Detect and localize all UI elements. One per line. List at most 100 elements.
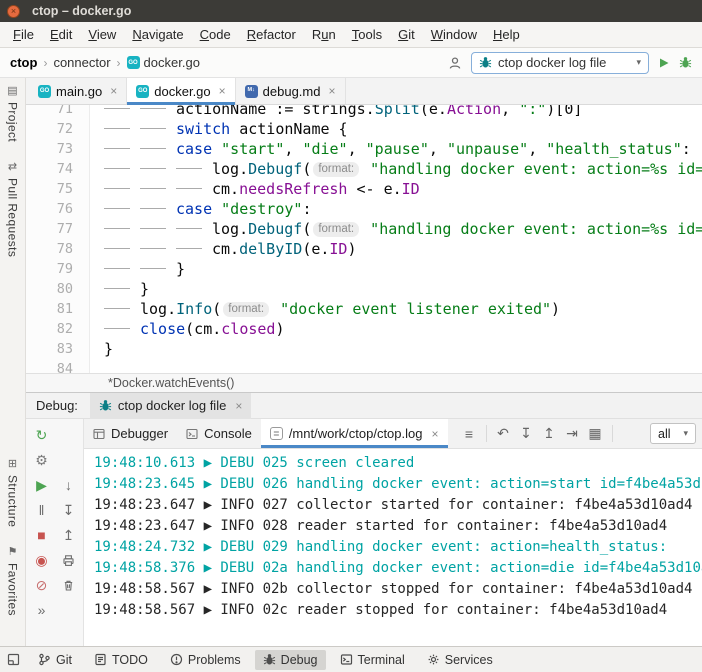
code-token: "docker event listener exited"	[280, 300, 551, 318]
go-file-icon: GO	[136, 85, 149, 98]
scroll-to-end-icon[interactable]: ↧	[515, 423, 538, 445]
line-number[interactable]: 84	[26, 359, 90, 373]
clear-log-icon[interactable]	[57, 574, 80, 596]
user-settings-icon[interactable]	[448, 56, 462, 70]
line-number[interactable]: 80	[26, 279, 90, 299]
line-number[interactable]: 72	[26, 119, 90, 139]
code-line[interactable]: 72switch actionName {	[26, 119, 702, 139]
debug-session-tab[interactable]: ctop docker log file ×	[90, 393, 251, 419]
debug-tab-console[interactable]: Console	[177, 419, 261, 448]
tool-window-stripe: ▤Project ⇄Pull Requests ⊞Structure ⚑Favori…	[0, 78, 26, 646]
menu-file[interactable]: File	[5, 27, 42, 42]
window-close-button[interactable]: ×	[7, 5, 20, 18]
code-line[interactable]: 83}	[26, 339, 702, 359]
editor-tab-docker.go[interactable]: GOdocker.go×	[127, 78, 235, 104]
menu-git[interactable]: Git	[390, 27, 423, 42]
menu-edit[interactable]: Edit	[42, 27, 80, 42]
close-tab-icon[interactable]: ×	[110, 84, 117, 98]
code-token: Info	[176, 300, 212, 318]
code-line[interactable]: 73case "start", "die", "pause", "unpause…	[26, 139, 702, 159]
log-line: 19:48:24.732 ▶ DEBU 029 handling docker …	[94, 537, 702, 558]
line-number[interactable]: 81	[26, 299, 90, 319]
code-line[interactable]: 84	[26, 359, 702, 373]
log-output[interactable]: 19:48:10.613 ▶ DEBU 025 screen cleared19…	[84, 449, 702, 646]
line-number[interactable]: 76	[26, 199, 90, 219]
menu-help[interactable]: Help	[485, 27, 528, 42]
restore-layout-icon[interactable]: ↶	[492, 423, 515, 445]
code-line[interactable]: 80}	[26, 279, 702, 299]
code-line[interactable]: 81log.Info(format: "docker event listene…	[26, 299, 702, 319]
run-button[interactable]	[658, 57, 670, 69]
menu-run[interactable]: Run	[304, 27, 344, 42]
close-icon[interactable]: ×	[235, 399, 242, 413]
menu-refactor[interactable]: Refactor	[239, 27, 304, 42]
view-breakpoints-icon[interactable]: ◉	[30, 549, 53, 571]
status-item-services[interactable]: Services	[419, 650, 501, 670]
status-item-debug[interactable]: Debug	[255, 650, 326, 670]
code-line[interactable]: 76case "destroy":	[26, 199, 702, 219]
breadcrumb-item-connector[interactable]: connector	[51, 55, 112, 70]
line-number[interactable]: 83	[26, 339, 90, 359]
status-item-problems[interactable]: Problems	[162, 650, 249, 670]
tool-windows-toggle-icon[interactable]	[7, 653, 20, 666]
tool-window-button-favorites[interactable]: ⚑Favorites	[6, 547, 20, 616]
more-actions-icon[interactable]: »	[30, 599, 53, 621]
debug-button[interactable]	[679, 56, 692, 69]
menu-navigate[interactable]: Navigate	[124, 27, 191, 42]
context-breadcrumb[interactable]: *Docker.watchEvents()	[108, 376, 234, 390]
line-number[interactable]: 82	[26, 319, 90, 339]
code-editor[interactable]: 71actionName := strings.Split(e.Action, …	[26, 105, 702, 373]
line-number[interactable]: 74	[26, 159, 90, 179]
breadcrumb-item-ctop[interactable]: ctop	[8, 55, 39, 70]
status-item-todo[interactable]: TODO	[86, 650, 156, 670]
rerun-icon[interactable]: ↻	[30, 424, 53, 446]
step-out-icon[interactable]: ↥	[57, 524, 80, 546]
step-over-icon[interactable]: ↓	[57, 474, 80, 496]
debug-tab-debugger[interactable]: Debugger	[84, 419, 177, 448]
code-token: ,	[284, 140, 302, 158]
mute-breakpoints-icon[interactable]: ⊘	[30, 574, 53, 596]
line-number[interactable]: 78	[26, 239, 90, 259]
pause-icon[interactable]: ‖	[30, 499, 53, 521]
status-item-terminal[interactable]: Terminal	[332, 650, 413, 670]
layout-settings-icon[interactable]: ▦	[584, 423, 607, 445]
modify-run-config-icon[interactable]: ⚙	[30, 449, 53, 471]
code-line[interactable]: 74log.Debugf(format: "handling docker ev…	[26, 159, 702, 179]
status-item-git[interactable]: Git	[30, 650, 80, 670]
line-number[interactable]: 75	[26, 179, 90, 199]
scroll-to-top-icon[interactable]: ↥	[538, 423, 561, 445]
debug-tab-ctop-log[interactable]: ≣/mnt/work/ctop/ctop.log×	[261, 419, 448, 448]
resume-icon[interactable]: ▶	[30, 474, 53, 496]
tool-window-button-project[interactable]: ▤Project	[6, 86, 20, 142]
log-level-filter[interactable]: all ▾	[650, 423, 696, 444]
tool-window-button-structure[interactable]: ⊞Structure	[6, 459, 20, 527]
close-tab-icon[interactable]: ×	[328, 84, 335, 98]
close-tab-icon[interactable]: ×	[431, 427, 438, 441]
code-line[interactable]: 71actionName := strings.Split(e.Action, …	[26, 105, 702, 119]
code-line[interactable]: 79}	[26, 259, 702, 279]
menu-tools[interactable]: Tools	[344, 27, 390, 42]
tool-window-button-pull-requests[interactable]: ⇄Pull Requests	[6, 162, 20, 257]
menu-view[interactable]: View	[80, 27, 124, 42]
code-line[interactable]: 78cm.delByID(e.ID)	[26, 239, 702, 259]
stop-icon[interactable]: ■	[30, 524, 53, 546]
menu-code[interactable]: Code	[192, 27, 239, 42]
editor-tab-main.go[interactable]: GOmain.go×	[29, 78, 127, 104]
print-icon[interactable]	[57, 549, 80, 571]
menu-window[interactable]: Window	[423, 27, 485, 42]
editor-tab-debug.md[interactable]: M↓debug.md×	[236, 78, 346, 104]
code-line[interactable]: 77log.Debugf(format: "handling docker ev…	[26, 219, 702, 239]
close-tab-icon[interactable]: ×	[219, 84, 226, 98]
line-number[interactable]: 77	[26, 219, 90, 239]
code-line[interactable]: 82close(cm.closed)	[26, 319, 702, 339]
line-number[interactable]: 79	[26, 259, 90, 279]
jump-to-source-icon[interactable]: ⇥	[561, 423, 584, 445]
step-into-icon[interactable]: ↧	[57, 499, 80, 521]
code-line[interactable]: 75cm.needsRefresh <- e.ID	[26, 179, 702, 199]
line-number[interactable]: 73	[26, 139, 90, 159]
breadcrumb-item-docker.go[interactable]: GOdocker.go	[125, 55, 202, 70]
line-number[interactable]: 71	[26, 105, 90, 119]
empty-slot	[57, 424, 80, 446]
view-options-icon[interactable]: ≡	[458, 423, 481, 445]
run-config-select[interactable]: ctop docker log file ▾	[471, 52, 649, 74]
